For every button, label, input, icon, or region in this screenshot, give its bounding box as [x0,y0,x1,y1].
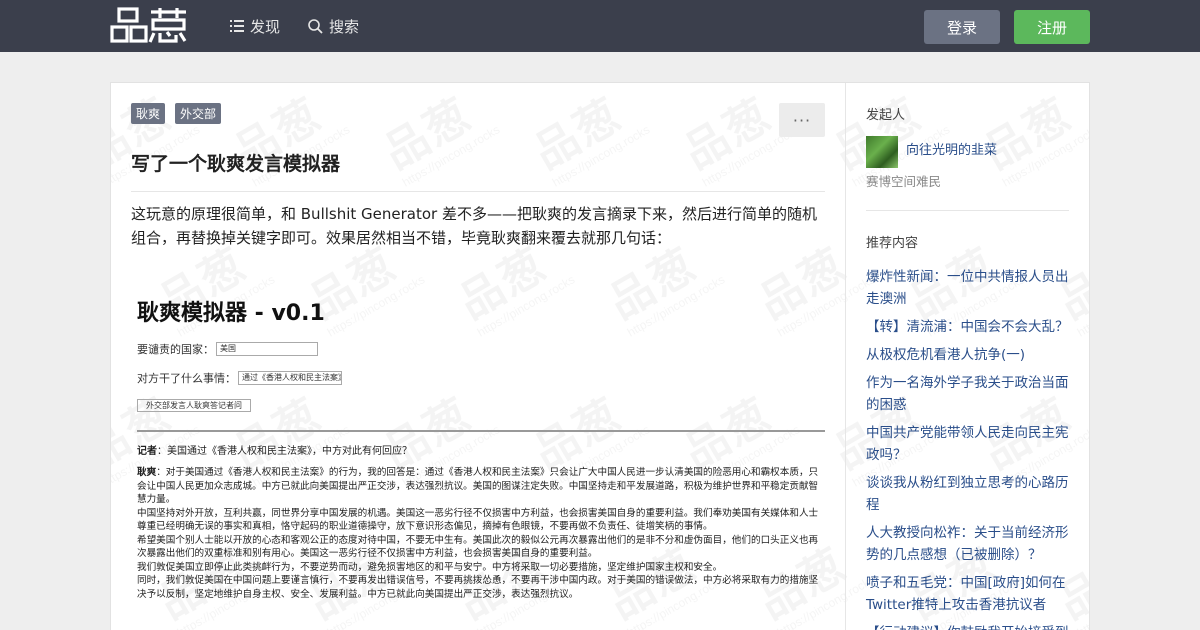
nav-discover[interactable]: 发现 [230,0,280,52]
sidebar-divider [845,83,846,630]
avatar[interactable] [866,136,898,168]
login-button[interactable]: 登录 [924,10,1000,44]
action-label: 对方干了什么事情： [137,372,236,385]
recommend-link[interactable]: 从极权危机看港人抗争(一) [866,344,1069,366]
post-title: 写了一个耿爽发言模拟器 [131,153,341,175]
author-heading: 发起人 [866,108,906,123]
action-field: 通过《香港人权和民主法案》 [238,371,342,385]
recommend-list: 爆炸性新闻：一位中共情报人员出走澳洲 【转】清流浦：中国会不会大乱？ 从极权危机… [866,266,1069,630]
nav-discover-label: 发现 [250,17,281,36]
answer-paragraph: 耿爽：对于美国通过《香港人权和民主法案》的行为，我的回答是：通过《香港人权和民主… [137,466,825,507]
post-main: 耿爽 外交部 ··· 写了一个耿爽发言模拟器 这玩意的原理很简单，和 Bulls… [131,83,825,630]
generate-button: 外交部发言人耿爽答记者问 [137,399,251,412]
spokesperson-answer: 耿爽：对于美国通过《香港人权和民主法案》的行为，我的回答是：通过《香港人权和民主… [137,466,825,601]
title-divider [131,191,825,192]
post-card: 品葱https://pincong.rocks品葱https://pincong… [110,82,1090,630]
post-intro: 这玩意的原理很简单，和 Bullshit Generator 差不多——把耿爽的… [131,205,817,247]
answer-paragraph: 希望美国个别人士能以开放的心态和客观公正的态度对待中国，不要无中生有。美国此次的… [137,534,819,560]
recommend-link[interactable]: 人大教授向松祚：关于当前经济形势的几点感想（已被删除）？ [866,522,1069,566]
country-label: 要谴责的国家： [137,343,214,356]
author-bio: 赛博空间难民 [866,174,942,189]
answer-label: 耿爽 [137,467,157,478]
answer-paragraph: 同时，我们敦促美国在中国问题上要谨言慎行，不要再发出错误信号，不要再挑拨怂恿，不… [137,575,819,600]
search-icon [308,18,323,34]
reporter-text: ：美国通过《香港人权和民主法案》，中方对此有何回应？ [157,446,412,457]
more-options-button[interactable]: ··· [779,103,825,137]
author-name-link[interactable]: 向往光明的韭菜 [906,139,997,158]
sidebar: 发起人 向往光明的韭菜 赛博空间难民 推荐内容 爆炸性新闻：一位中共情报人员出走… [866,83,1069,630]
reporter-label: 记者 [137,446,157,457]
nav-search-label: 搜索 [329,17,360,36]
country-row: 要谴责的国家： 美国 [137,341,318,357]
logo-icon [110,7,187,43]
embedded-screenshot: 耿爽模拟器 - v0.1 要谴责的国家： 美国 对方干了什么事情： 通过《香港人… [137,295,825,630]
sidebar-divider-h [866,210,1069,211]
recommend-link[interactable]: 爆炸性新闻：一位中共情报人员出走澳洲 [866,266,1069,310]
topic-tag[interactable]: 外交部 [175,103,222,124]
signup-button[interactable]: 注册 [1014,10,1090,44]
top-nav-bar: 发现 搜索 登录 注册 [0,0,1200,52]
simulator-title: 耿爽模拟器 - v0.1 [137,301,325,326]
recommend-link[interactable]: 中国共产党能带领人民走向民主宪政吗？ [866,422,1069,466]
list-icon [230,20,244,32]
action-row: 对方干了什么事情： 通过《香港人权和民主法案》 [137,370,342,386]
topic-tag[interactable]: 耿爽 [131,103,166,124]
answer-paragraph: 我们敦促美国立即停止此类挑衅行为，不要逆势而动，避免损害地区的和平与安宁。中方将… [137,561,723,573]
recommend-heading: 推荐内容 [866,236,919,251]
nav-search[interactable]: 搜索 [308,0,359,52]
reporter-question: 记者：美国通过《香港人权和民主法案》，中方对此有何回应？ [137,442,412,457]
screenshot-divider [137,430,825,432]
recommend-link[interactable]: 谈谈我从粉红到独立思考的心路历程 [866,472,1069,516]
answer-paragraph: 中国坚持对外开放，互利共赢，同世界分享中国发展的机遇。美国这一恶劣行径不仅损害中… [137,507,819,533]
recommend-link[interactable]: 【转】清流浦：中国会不会大乱？ [866,316,1069,338]
answer-text: ：对于美国通过《香港人权和民主法案》的行为，我的回答是：通过《香港人权和民主法案… [137,467,819,505]
recommend-link[interactable]: 【行动建议】你鼓励我开始接受到 [866,622,1069,630]
recommend-link[interactable]: 喷子和五毛党：中国[政府]如何在Twitter推特上攻击香港抗议者 [866,572,1069,616]
site-logo[interactable] [110,6,188,46]
topic-tags: 耿爽 外交部 [131,103,222,124]
recommend-link[interactable]: 作为一名海外学子我关于政治当面的困惑 [866,372,1069,416]
country-field: 美国 [216,342,318,356]
